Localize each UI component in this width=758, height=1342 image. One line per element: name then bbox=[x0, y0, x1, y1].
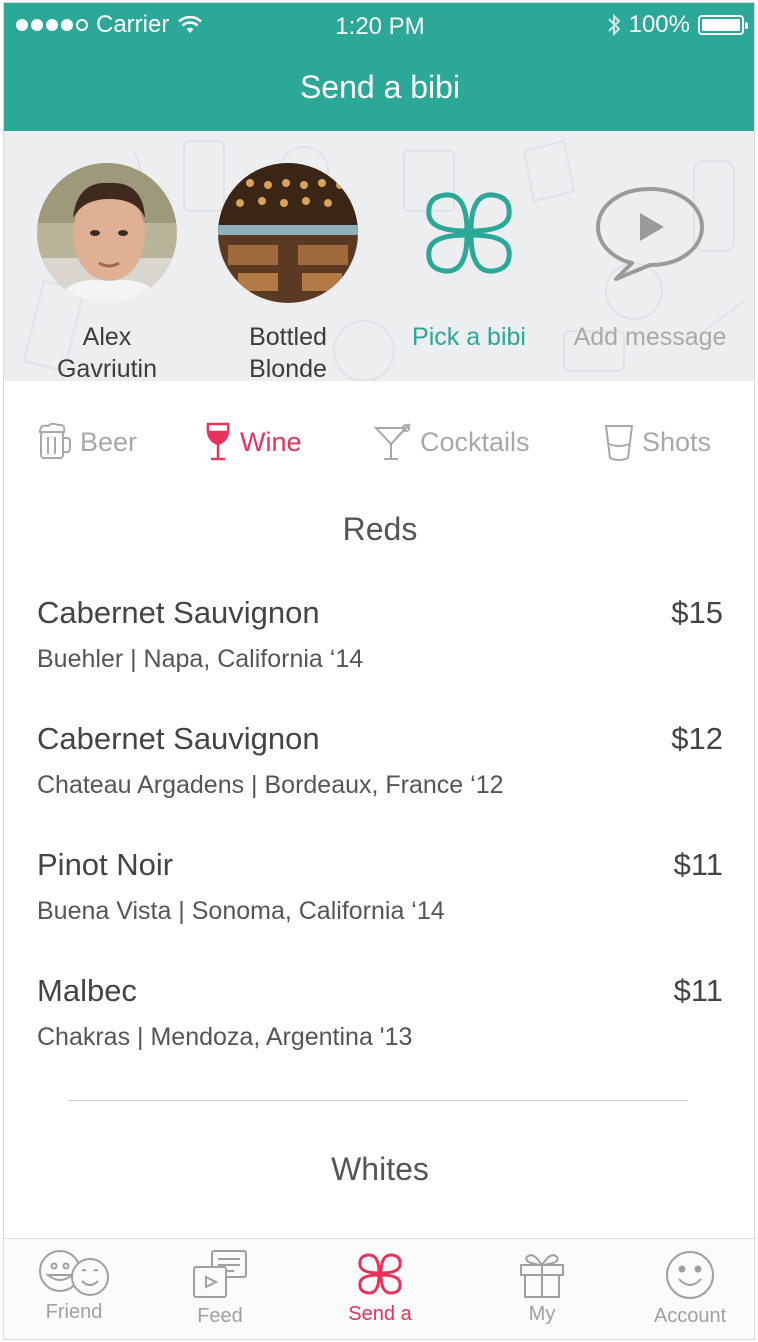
tab-beer[interactable]: Beer bbox=[36, 422, 137, 462]
item-name: Cabernet Sauvignon bbox=[37, 721, 320, 756]
recipient-name-line2: Gavriutin bbox=[56, 355, 158, 381]
recipients-strip: Alex Gavriutin Bottled Blonde Pick a bib… bbox=[4, 131, 754, 381]
item-price: $15 bbox=[671, 595, 723, 630]
item-price: $11 bbox=[673, 973, 723, 1008]
tab-wine[interactable]: Wine bbox=[204, 422, 302, 462]
item-name: Pinot Noir bbox=[37, 847, 174, 882]
tab-account[interactable]: Account bbox=[630, 1249, 750, 1327]
bluetooth-icon bbox=[607, 13, 621, 37]
page-title: Send a bibi bbox=[299, 69, 461, 105]
battery-icon bbox=[698, 15, 748, 35]
section-divider bbox=[68, 1100, 688, 1101]
recipient-name-line1: Alex bbox=[82, 323, 132, 351]
pick-bibi-button[interactable]: Pick a bibi bbox=[384, 163, 554, 353]
item-name: Malbec bbox=[37, 973, 137, 1008]
friends-faces-icon bbox=[39, 1250, 109, 1296]
beer-mug-icon bbox=[38, 422, 71, 459]
item-details: Buehler | Napa, California ‘14 bbox=[37, 645, 364, 673]
tab-cocktails[interactable]: Cocktails bbox=[374, 422, 530, 462]
battery-percent: 100% bbox=[628, 11, 690, 38]
tab-shots[interactable]: Shots bbox=[604, 422, 711, 462]
video-message-icon bbox=[580, 163, 720, 303]
section-title-whites: Whites bbox=[331, 1151, 429, 1187]
menu-item[interactable]: Cabernet Sauvignon $15 Buehler | Napa, C… bbox=[37, 595, 723, 674]
tab-send-a-bibi[interactable]: Send a bbox=[320, 1249, 440, 1325]
menu-item[interactable]: Cabernet Sauvignon $12 Chateau Argadens … bbox=[37, 721, 723, 800]
wine-glass-icon bbox=[206, 422, 230, 461]
menu-item[interactable]: Malbec $11 Chakras | Mendoza, Argentina … bbox=[37, 973, 723, 1052]
tab-feed-label: Feed bbox=[197, 1305, 243, 1327]
drink-category-tabs: Beer Wine Cocktails Shots bbox=[4, 408, 754, 468]
item-name: Cabernet Sauvignon bbox=[37, 595, 320, 630]
recipient-venue[interactable]: Bottled Blonde bbox=[203, 163, 373, 381]
pick-bibi-label: Pick a bibi bbox=[412, 323, 526, 351]
tab-send-label: Send a bbox=[348, 1303, 412, 1325]
tab-my-label: My bbox=[528, 1303, 556, 1325]
menu-item[interactable]: Pinot Noir $11 Buena Vista | Sonoma, Cal… bbox=[37, 847, 723, 926]
recipient-name-line2: Blonde bbox=[249, 355, 327, 381]
status-bar: Carrier 1:20 PM 100% bbox=[4, 3, 754, 47]
feed-icon bbox=[193, 1250, 247, 1298]
cocktail-glass-icon bbox=[374, 423, 411, 460]
item-price: $12 bbox=[671, 721, 723, 756]
tab-cocktails-label: Cocktails bbox=[420, 426, 530, 457]
tab-feed[interactable]: Feed bbox=[160, 1249, 280, 1327]
tab-wine-label: Wine bbox=[240, 426, 302, 457]
smiley-account-icon bbox=[666, 1251, 714, 1299]
avatar bbox=[37, 163, 177, 303]
section-title-reds: Reds bbox=[342, 511, 418, 547]
tab-friend-label: Friend bbox=[45, 1301, 103, 1323]
tab-beer-label: Beer bbox=[80, 426, 138, 457]
app-screen: Carrier 1:20 PM 100% Send a bibi Alex Ga… bbox=[3, 2, 755, 1340]
tab-account-label: Account bbox=[653, 1305, 727, 1327]
item-details: Chateau Argadens | Bordeaux, France ‘12 bbox=[37, 771, 504, 799]
bottom-tab-bar: Friend Feed Send a My Account bbox=[4, 1238, 754, 1339]
recipient-friend[interactable]: Alex Gavriutin bbox=[22, 163, 192, 381]
tab-friend[interactable]: Friend bbox=[14, 1249, 134, 1323]
header: Carrier 1:20 PM 100% Send a bibi bbox=[4, 3, 754, 131]
recipient-name-line1: Bottled bbox=[249, 323, 327, 351]
tab-my-bibis[interactable]: My bbox=[482, 1249, 602, 1325]
add-message-button[interactable]: Add message bbox=[565, 163, 735, 353]
bibi-logo-icon bbox=[358, 1253, 402, 1295]
tab-shots-label: Shots bbox=[642, 426, 712, 457]
item-details: Buena Vista | Sonoma, California ‘14 bbox=[37, 897, 445, 925]
gift-box-icon bbox=[520, 1254, 564, 1298]
venue-avatar bbox=[218, 163, 358, 303]
shot-glass-icon bbox=[604, 425, 634, 461]
item-details: Chakras | Mendoza, Argentina '13 bbox=[37, 1023, 413, 1051]
add-message-label: Add message bbox=[573, 323, 727, 351]
item-price: $11 bbox=[673, 847, 723, 882]
bibi-logo-icon bbox=[399, 163, 539, 303]
